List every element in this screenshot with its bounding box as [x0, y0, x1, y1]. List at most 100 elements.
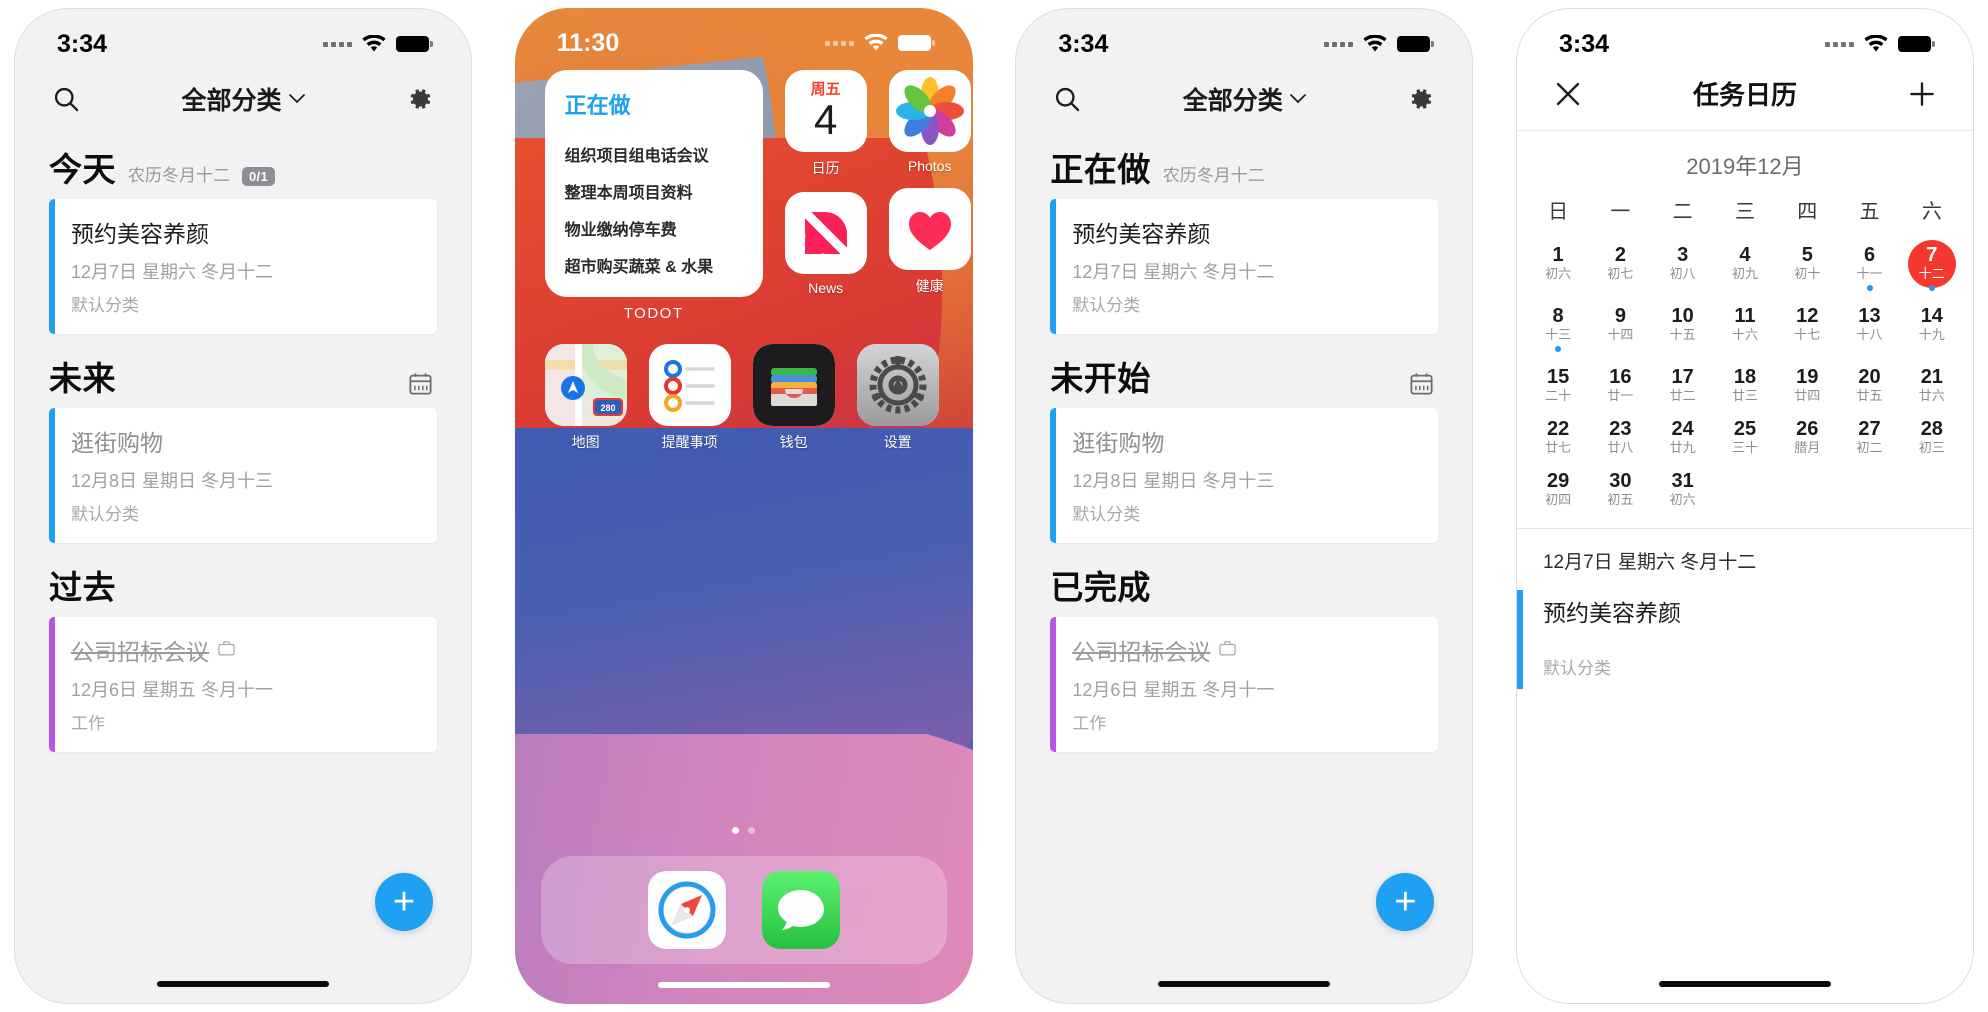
- dock: [540, 856, 947, 964]
- add-icon[interactable]: [1905, 77, 1939, 111]
- calendar-day[interactable]: 27 初二: [1838, 412, 1900, 464]
- task-title-row: 预约美容养颜: [1072, 215, 1420, 249]
- app-health[interactable]: 健康: [888, 188, 971, 296]
- calendar-day[interactable]: 9 十四: [1589, 299, 1651, 360]
- gear-icon[interactable]: [403, 82, 437, 116]
- calendar-day[interactable]: 31 初六: [1652, 464, 1714, 516]
- category-selector[interactable]: 全部分类: [1183, 81, 1306, 117]
- add-task-button[interactable]: +: [1376, 873, 1435, 931]
- widget-label: TODOT: [623, 305, 684, 322]
- calendar-day[interactable]: 20 廿五: [1838, 360, 1900, 412]
- app-wallet[interactable]: 钱包: [752, 344, 835, 452]
- maps-app-icon: 280: [544, 344, 627, 426]
- calendar-day[interactable]: 23 廿八: [1589, 412, 1651, 464]
- calendar-day[interactable]: 5 初十: [1776, 238, 1838, 299]
- app-news[interactable]: News: [784, 192, 867, 296]
- section-title: 今天: [49, 151, 116, 188]
- add-task-button[interactable]: +: [375, 873, 433, 931]
- calendar-day[interactable]: 14 十九: [1901, 299, 1963, 360]
- task-card[interactable]: 预约美容养颜 12月7日 星期六 冬月十二 默认分类: [49, 199, 437, 334]
- app-reminders[interactable]: 提醒事项: [648, 344, 731, 452]
- calendar-day[interactable]: 11 十六: [1714, 299, 1776, 360]
- calendar-day[interactable]: 4 初九: [1714, 238, 1776, 299]
- calendar-day[interactable]: 15 二十: [1527, 360, 1589, 412]
- search-icon[interactable]: [49, 82, 83, 116]
- task-category: 默认分类: [1072, 505, 1141, 524]
- page-dot[interactable]: [748, 827, 756, 834]
- top-nav-bar: 全部分类: [15, 67, 471, 125]
- calendar-icon[interactable]: [403, 366, 437, 400]
- calendar-day[interactable]: 28 初三: [1901, 412, 1963, 464]
- app-calendar[interactable]: 周五 4 日历: [784, 70, 867, 178]
- day-number: 17: [1671, 365, 1694, 388]
- page-dots[interactable]: [515, 827, 973, 834]
- page-dot-active[interactable]: [732, 827, 740, 834]
- task-card[interactable]: 逛街购物 12月8日 星期日 冬月十三 默认分类: [49, 408, 437, 543]
- status-icons: [1324, 34, 1435, 54]
- section-header-future: 未来: [15, 334, 471, 408]
- task-color-bar: [49, 617, 55, 752]
- lunar-label: 廿七: [1545, 439, 1572, 455]
- calendar-day[interactable]: 29 初四: [1527, 464, 1589, 516]
- calendar-day[interactable]: 24 廿九: [1652, 412, 1714, 464]
- calendar-day[interactable]: 17 廿二: [1652, 360, 1714, 412]
- app-photos[interactable]: Photos: [888, 70, 971, 174]
- section-header-doing: 正在做 农历冬月十二: [1016, 125, 1472, 199]
- reminders-app-icon: [648, 344, 731, 426]
- calendar-day[interactable]: 10 十五: [1652, 299, 1714, 360]
- day-number: 26: [1796, 417, 1819, 440]
- chevron-down-icon: [288, 94, 305, 104]
- calendar-day[interactable]: 19 廿四: [1776, 360, 1838, 412]
- close-icon[interactable]: [1551, 77, 1585, 111]
- calendar-day[interactable]: 18 廿三: [1714, 360, 1776, 412]
- phone-3-task-status-list: 3:34 全部分类 正在做 农历冬月十二 预约美容养颜 12月7日 星期六 冬月…: [1015, 8, 1474, 1004]
- calendar-day[interactable]: 3 初八: [1652, 238, 1714, 299]
- home-indicator: [657, 982, 830, 988]
- day-number: 2: [1614, 244, 1626, 266]
- calendar-day[interactable]: 8 十三: [1527, 299, 1589, 360]
- safari-app-icon[interactable]: [647, 871, 726, 949]
- messages-app-icon[interactable]: [761, 871, 840, 949]
- task-date: 12月7日 星期六 冬月十二: [71, 262, 274, 282]
- news-app-icon: [784, 192, 867, 274]
- todot-widget[interactable]: 正在做 组织项目组电话会议 整理本周项目资料 物业缴纳停车费 超市购买蔬菜 & …: [544, 70, 763, 297]
- weekday-label: 三: [1734, 201, 1755, 223]
- app-maps[interactable]: 280 地图: [544, 344, 627, 452]
- calendar-task-card[interactable]: 预约美容养颜 默认分类: [1516, 589, 1973, 689]
- task-color-bar: [49, 199, 55, 334]
- calendar-day[interactable]: 1 初六: [1527, 238, 1589, 299]
- calendar-day[interactable]: 22 廿七: [1527, 412, 1589, 464]
- calendar-day[interactable]: 21 廿六: [1901, 360, 1963, 412]
- calendar-day[interactable]: 16 廿一: [1589, 360, 1651, 412]
- calendar-day[interactable]: 2 初七: [1589, 238, 1651, 299]
- search-icon[interactable]: [1050, 82, 1084, 116]
- calendar-day[interactable]: 12 十七: [1776, 299, 1838, 360]
- lunar-label: 十九: [1918, 326, 1945, 342]
- status-icons: [1824, 34, 1935, 54]
- calendar-day[interactable]: 13 十八: [1838, 299, 1900, 360]
- task-color-bar: [1050, 408, 1057, 543]
- category-selector[interactable]: 全部分类: [181, 81, 305, 117]
- calendar-day[interactable]: 30 初五: [1589, 464, 1651, 516]
- task-card[interactable]: 预约美容养颜 12月7日 星期六 冬月十二 默认分类: [1050, 199, 1439, 334]
- weekday-label: 一: [1610, 201, 1631, 223]
- task-card[interactable]: 公司招标会议 12月6日 星期五 冬月十一 工作: [1050, 617, 1439, 752]
- section-title: 过去: [49, 569, 116, 606]
- task-card[interactable]: 公司招标会议 12月6日 星期五 冬月十一 工作: [49, 617, 437, 752]
- calendar-icon[interactable]: [1404, 366, 1438, 400]
- day-number: 24: [1671, 417, 1694, 440]
- app-settings[interactable]: 设置: [856, 344, 939, 452]
- task-card[interactable]: 逛街购物 12月8日 星期日 冬月十三 默认分类: [1050, 408, 1439, 543]
- day-number: 11: [1734, 304, 1756, 327]
- app-label: 健康: [915, 278, 944, 294]
- calendar-day[interactable]: 25 三十: [1714, 412, 1776, 464]
- gear-icon[interactable]: [1404, 82, 1438, 116]
- calendar-day-today[interactable]: 7 十二: [1901, 238, 1963, 299]
- todot-widget-wrapper[interactable]: 正在做 组织项目组电话会议 整理本周项目资料 物业缴纳停车费 超市购买蔬菜 & …: [544, 70, 763, 322]
- task-color-bar: [1516, 589, 1523, 689]
- lunar-label: 廿八: [1607, 439, 1634, 455]
- task-category: 默认分类: [1072, 296, 1141, 315]
- calendar-day[interactable]: 26 腊月: [1776, 412, 1838, 464]
- calendar-day[interactable]: 6 十一: [1838, 238, 1900, 299]
- task-date: 12月8日 星期日 冬月十三: [71, 471, 274, 491]
